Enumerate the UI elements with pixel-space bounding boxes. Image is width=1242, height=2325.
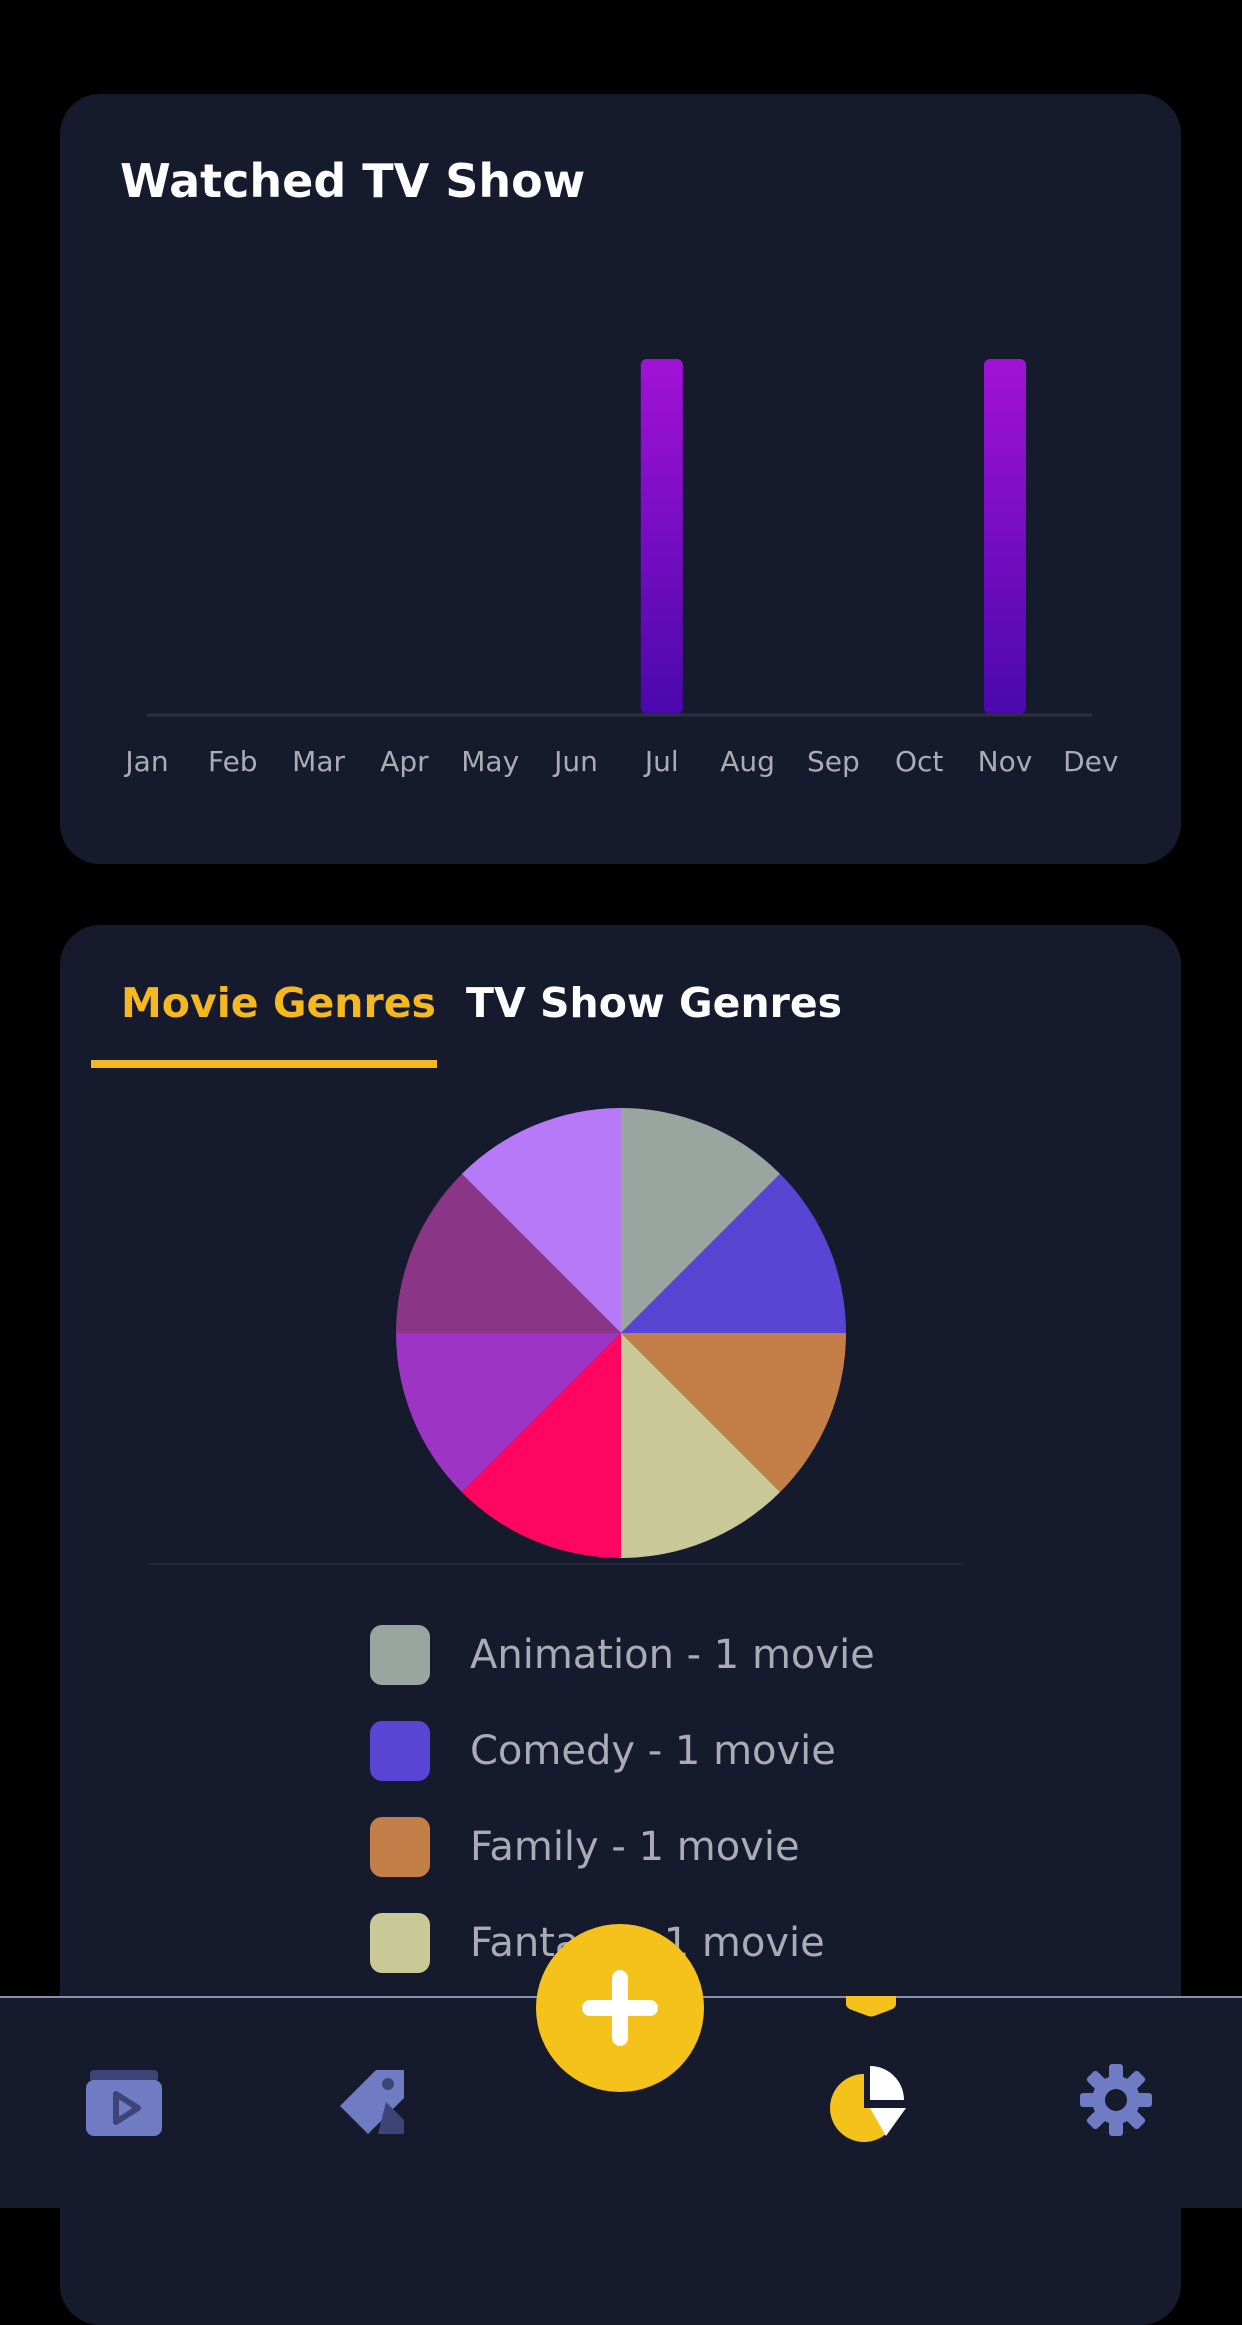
x-tick-label: Aug: [720, 745, 775, 778]
add-button[interactable]: [536, 1924, 704, 2092]
active-tab-indicator: [91, 1060, 437, 1068]
x-tick-label: Sep: [807, 745, 860, 778]
legend-swatch: [370, 1913, 430, 1973]
x-tick-label: Jan: [123, 745, 168, 778]
legend-swatch: [370, 1625, 430, 1685]
tab-tv-show-genres[interactable]: TV Show Genres: [466, 973, 842, 1033]
x-tick-label: Feb: [208, 745, 258, 778]
watched-tv-bar-chart: Jan Feb Mar Apr May Jun Jul Aug Sep Oct Nov Dev: [123, 359, 1118, 778]
plus-icon-vertical: [612, 1970, 628, 2046]
legend-label: Animation - 1 movie: [470, 1632, 875, 1678]
legend-swatch: [370, 1721, 430, 1781]
genres-pie-chart: [396, 1108, 846, 1558]
x-tick-label: Apr: [380, 745, 429, 778]
bar-nov: [984, 359, 1026, 714]
x-tick-label: Nov: [978, 745, 1033, 778]
video-player-icon[interactable]: [86, 2070, 162, 2138]
x-tick-label: May: [461, 745, 519, 778]
gear-icon[interactable]: [1080, 2064, 1152, 2136]
x-tick-label: Jun: [552, 745, 598, 778]
legend-swatch: [370, 1817, 430, 1877]
legend-label: Family - 1 movie: [470, 1824, 800, 1870]
x-tick-label: Dev: [1063, 745, 1118, 778]
active-nav-indicator: [846, 1996, 896, 2017]
x-tick-label: Mar: [292, 745, 345, 778]
watched-tv-show-card: Watched TV Show Jan Feb Mar Apr May Jun Jul Aug…: [60, 94, 1181, 864]
tab-movie-genres[interactable]: Movie Genres: [121, 973, 436, 1033]
bar-jul: [640, 359, 683, 714]
x-tick-label: Oct: [895, 745, 943, 778]
tag-icon[interactable]: [336, 2066, 408, 2138]
divider: [148, 1563, 961, 1565]
legend-label: Comedy - 1 movie: [470, 1728, 836, 1774]
pie-chart-icon[interactable]: [826, 2064, 910, 2144]
x-tick-label: Jul: [643, 745, 679, 778]
